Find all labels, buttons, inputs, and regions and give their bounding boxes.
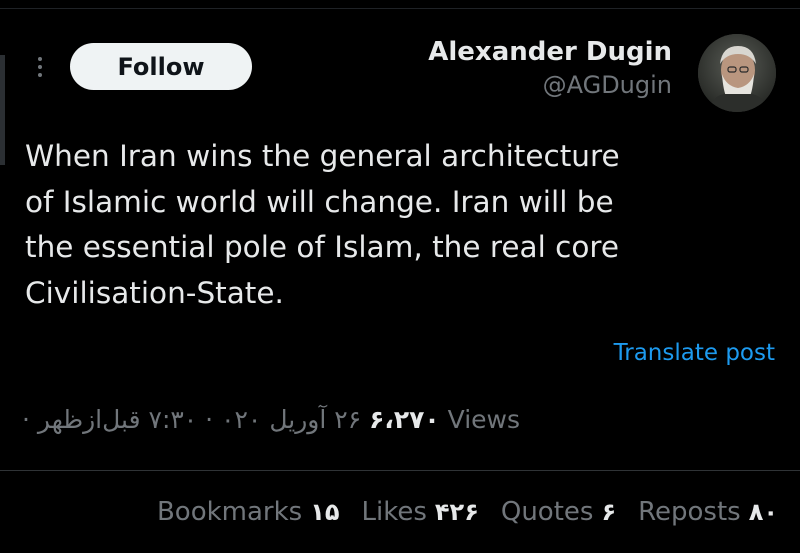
follow-button[interactable]: Follow [70,43,252,90]
tweet-line: When Iran wins the general architecture [25,139,620,173]
stat-label: Quotes [500,497,594,527]
top-divider [0,0,800,9]
translate-post-link[interactable]: Translate post [614,340,775,366]
stat-count: ۸۰ [748,498,778,526]
left-edge-bar [0,55,5,165]
stat-quotes[interactable]: Quotes ۶ [501,497,616,527]
more-options-icon[interactable] [30,52,50,82]
views-count: ۶،۲۷۰ [369,405,440,434]
views-label: Views [447,405,521,434]
author-display-name[interactable]: Alexander Dugin [428,36,672,68]
avatar-portrait [698,34,776,112]
stat-likes[interactable]: Likes ۴۲۶ [362,497,479,527]
stats-divider [0,470,800,471]
stat-count: ۴۲۶ [434,498,479,526]
stat-count: ۶ [601,498,617,526]
engagement-stats: Bookmarks ۱۵ Likes ۴۲۶ Quotes ۶ Reposts … [157,497,778,527]
stat-label: Bookmarks [156,497,303,527]
stat-count: ۱۵ [310,498,340,526]
author-info[interactable]: Alexander Dugin @AGDugin [428,36,672,102]
avatar[interactable] [698,34,776,112]
tweet-line: Civilisation-State. [25,275,284,310]
stat-label: Likes [361,497,427,527]
tweet-meta: ۲۶ آوریل ۰۲۰ · ۷:۳۰ قبل‌ازظهر · ۶،۲۷۰ Vi… [22,405,520,434]
tweet-line: of Islamic world will change. Iran will … [25,184,614,219]
timestamp[interactable]: ۲۶ آوریل ۰۲۰ · ۷:۳۰ قبل‌ازظهر · [22,405,361,434]
stat-bookmarks[interactable]: Bookmarks ۱۵ [157,497,340,527]
author-handle[interactable]: @AGDugin [428,68,672,102]
tweet-text: When Iran wins the general architecture … [25,134,785,316]
stat-label: Reposts [638,497,741,527]
stat-reposts[interactable]: Reposts ۸۰ [638,497,778,527]
tweet-line: the essential pole of Islam, the real co… [25,230,620,264]
